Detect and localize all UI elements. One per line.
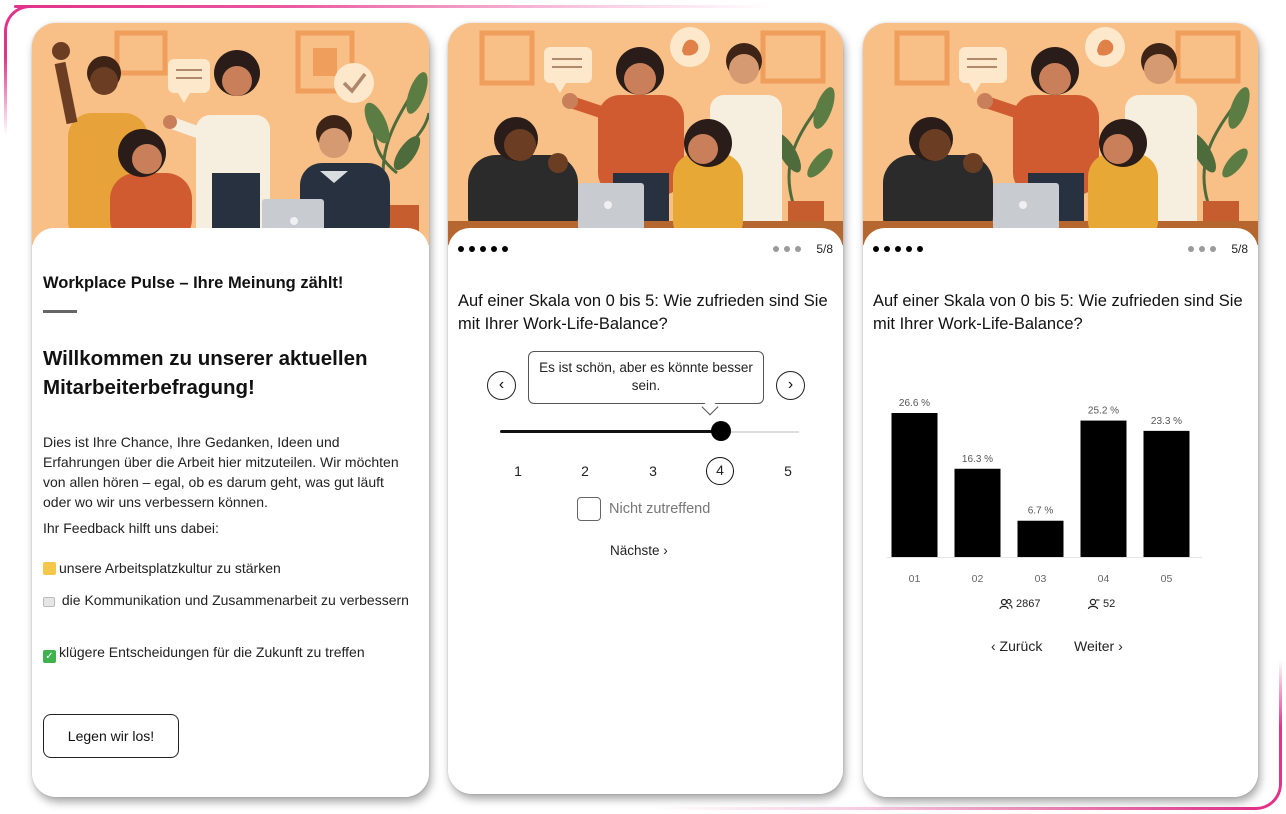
team-illustration xyxy=(448,23,843,245)
participants-stat: 2867 xyxy=(999,598,1040,610)
participants-count: 2867 xyxy=(1016,598,1041,610)
frame-accent-top xyxy=(14,5,774,8)
not-applicable-checkbox[interactable] xyxy=(577,497,601,521)
title-divider xyxy=(43,310,77,313)
step-progress: 5/8 xyxy=(458,242,833,260)
forward-button[interactable]: Weiter › xyxy=(1074,638,1123,654)
question-text: Auf einer Skala von 0 bis 5: Wie zufried… xyxy=(873,292,1243,333)
chart-category-label: 01 xyxy=(909,573,921,585)
remaining-steps xyxy=(1188,246,1216,252)
chart-category-label: 05 xyxy=(1161,573,1173,585)
next-button[interactable]: Nächste › xyxy=(610,543,668,558)
chart-value-label: 16.3 % xyxy=(962,454,993,465)
completed-steps xyxy=(458,246,508,252)
step-progress: 5/8 xyxy=(873,242,1248,260)
benefit-item: unsere Arbeitsplatzkultur zu stärken xyxy=(43,558,413,578)
slider-thumb[interactable] xyxy=(711,421,731,441)
scale-option-2[interactable]: 2 xyxy=(571,457,599,485)
chart-bar-03 xyxy=(1017,520,1064,557)
chart-bar-05 xyxy=(1143,430,1190,557)
intro-paragraph: Dies ist Ihre Chance, Ihre Gedanken, Ide… xyxy=(43,434,399,510)
survey-title: Workplace Pulse – Ihre Meinung zählt! xyxy=(43,274,344,292)
chart-value-label: 6.7 % xyxy=(1028,506,1054,517)
results-bar-chart: 26.6 % 01 16.3 % 02 6.7 % 03 25.2 % 04 23.3 % 05 xyxy=(887,398,1202,585)
question-text: Auf einer Skala von 0 bis 5: Wie zufried… xyxy=(458,292,828,333)
chart-bar-02 xyxy=(954,468,1001,557)
question-card: 5/8 Auf einer Skala von 0 bis 5: Wie zuf… xyxy=(448,23,843,794)
frame-accent-bottom xyxy=(656,807,1256,810)
benefit-item: ✓ klügere Entscheidungen für die Zukunft … xyxy=(43,642,413,663)
feedback-label: Ihr Feedback hilft uns dabei: xyxy=(43,520,219,536)
scale-option-4[interactable]: 4 xyxy=(706,457,734,485)
users-icon xyxy=(999,598,1013,610)
results-card: 5/8 Auf einer Skala von 0 bis 5: Wie zuf… xyxy=(863,23,1258,797)
benefit-item: die Kommunikation und Zusammenarbeit zu … xyxy=(43,590,413,610)
remaining-steps xyxy=(773,246,801,252)
frame-accent-corner xyxy=(4,5,32,135)
scale-option-3[interactable]: 3 xyxy=(639,457,667,485)
welcome-heading: Willkommen zu unserer aktuellen Mitarbei… xyxy=(43,347,368,399)
chart-category-label: 02 xyxy=(972,573,984,585)
chevron-right-icon[interactable]: › xyxy=(776,371,805,400)
results-content: 5/8 Auf einer Skala von 0 bis 5: Wie zuf… xyxy=(863,228,1258,797)
respondents-count: 52 xyxy=(1103,598,1116,610)
speech-balloon-icon xyxy=(43,597,55,607)
benefit-text: klügere Entscheidungen für die Zukunft z… xyxy=(59,644,365,660)
question-content: 5/8 Auf einer Skala von 0 bis 5: Wie zuf… xyxy=(448,228,843,794)
chart-value-label: 26.6 % xyxy=(899,398,930,409)
slider-track-fill xyxy=(500,430,722,433)
chart-category-label: 04 xyxy=(1098,573,1110,585)
start-survey-button[interactable]: Legen wir los! xyxy=(43,714,179,758)
welcome-content: Workplace Pulse – Ihre Meinung zählt! Wi… xyxy=(32,228,429,797)
completed-steps xyxy=(873,246,923,252)
chart-category-label: 03 xyxy=(1035,573,1047,585)
welcome-card: Workplace Pulse – Ihre Meinung zählt! Wi… xyxy=(32,23,429,797)
chart-bar-01 xyxy=(891,413,938,557)
step-counter: 5/8 xyxy=(816,242,833,256)
back-button[interactable]: ‹ Zurück xyxy=(991,638,1042,654)
team-illustration xyxy=(32,23,429,245)
check-mark-button-icon: ✓ xyxy=(43,650,56,663)
respondents-stat: 52 xyxy=(1087,598,1115,610)
scale-option-5[interactable]: 5 xyxy=(774,457,802,485)
rating-tooltip: Es ist schön, aber es könnte besser sein… xyxy=(528,351,764,404)
team-illustration xyxy=(863,23,1258,245)
chart-value-label: 25.2 % xyxy=(1088,406,1119,417)
response-stats: 2867 52 xyxy=(863,598,1258,616)
chart-bar-04 xyxy=(1080,420,1127,557)
user-icon xyxy=(1087,598,1100,610)
step-counter: 5/8 xyxy=(1231,242,1248,256)
scale-option-1[interactable]: 1 xyxy=(504,457,532,485)
chevron-left-icon[interactable]: ‹ xyxy=(487,371,516,400)
not-applicable-label[interactable]: Nicht zutreffend xyxy=(609,501,710,517)
flexed-biceps-icon xyxy=(43,562,56,575)
benefit-text: unsere Arbeitsplatzkultur zu stärken xyxy=(59,560,281,576)
benefit-text: die Kommunikation und Zusammenarbeit zu … xyxy=(61,592,409,608)
chart-value-label: 23.3 % xyxy=(1151,416,1182,427)
